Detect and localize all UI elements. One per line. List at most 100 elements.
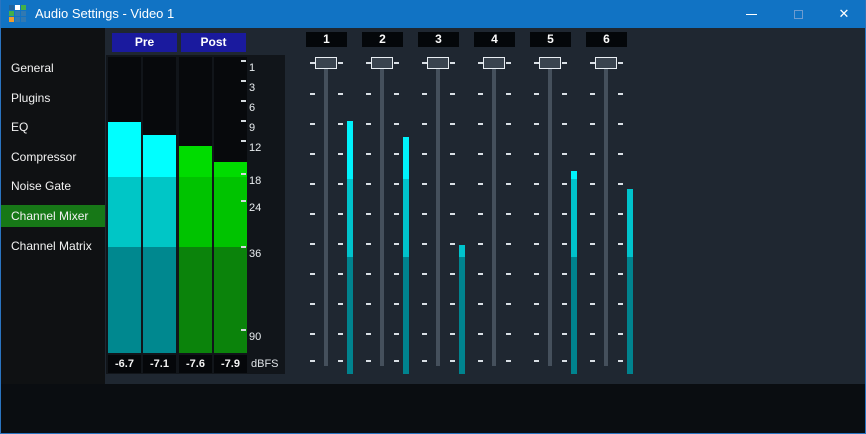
fader-tick [562, 93, 567, 95]
fader-tick [422, 243, 427, 245]
fader-tick [562, 213, 567, 215]
fader-tick [366, 273, 371, 275]
fader-tick [450, 183, 455, 185]
fader-tick [506, 153, 511, 155]
db-scale-tick [241, 173, 246, 175]
fader-tick [506, 123, 511, 125]
db-scale-tick [241, 140, 246, 142]
post-meter-button[interactable]: Post [181, 33, 246, 52]
db-scale-label: 9 [249, 120, 255, 136]
close-window-button[interactable]: ✕ [823, 0, 865, 28]
fader-tick [590, 183, 595, 185]
window-title: Audio Settings - Video 1 [35, 0, 174, 28]
channel-1-fader-track[interactable] [324, 69, 328, 366]
fader-tick [310, 153, 315, 155]
sidebar-item-noise-gate[interactable]: Noise Gate [1, 175, 105, 197]
sidebar-item-channel-mixer[interactable]: Channel Mixer [1, 205, 105, 227]
fader-tick [394, 333, 399, 335]
sidebar-item-compressor[interactable]: Compressor [1, 146, 105, 168]
pre-right-meter-bar [143, 247, 176, 353]
fader-tick [506, 303, 511, 305]
minimize-button[interactable] [730, 0, 772, 28]
fader-tick [422, 123, 427, 125]
fader-tick [562, 273, 567, 275]
fader-tick [394, 303, 399, 305]
channel-6-fader-handle[interactable] [595, 57, 617, 69]
fader-tick [506, 333, 511, 335]
channel-2-fader-track[interactable] [380, 69, 384, 366]
fader-tick [534, 360, 539, 362]
channel-6-meter-bar [627, 189, 633, 257]
fader-tick [590, 123, 595, 125]
fader-tick [478, 213, 483, 215]
fader-tick [478, 183, 483, 185]
sidebar-item-channel-matrix[interactable]: Channel Matrix [1, 235, 105, 257]
footer-bar: Close [1, 384, 866, 433]
app-icon-square [15, 5, 20, 10]
fader-tick [618, 183, 623, 185]
fader-tick [534, 333, 539, 335]
fader-tick [450, 123, 455, 125]
channel-1-meter-bar [347, 179, 353, 257]
fader-tick [562, 360, 567, 362]
channel-5-fader-track[interactable] [548, 69, 552, 366]
fader-tick [590, 213, 595, 215]
db-scale-label: 36 [249, 246, 261, 262]
post-left-meter-bar [179, 177, 212, 247]
fader-tick [506, 183, 511, 185]
fader-tick [562, 183, 567, 185]
fader-tick [562, 153, 567, 155]
channel-label-2: 2 [362, 32, 403, 47]
fader-tick [310, 123, 315, 125]
fader-tick [506, 273, 511, 275]
channel-3-fader-track[interactable] [436, 69, 440, 366]
fader-tick [394, 273, 399, 275]
channel-1-fader-handle[interactable] [315, 57, 337, 69]
channel-5-fader-handle[interactable] [539, 57, 561, 69]
sidebar-item-general[interactable]: General [1, 57, 105, 79]
app-icon-square [21, 11, 26, 16]
fader-tick [394, 213, 399, 215]
fader-tick [618, 303, 623, 305]
fader-tick [310, 360, 315, 362]
fader-tick [478, 360, 483, 362]
fader-tick [310, 213, 315, 215]
fader-tick [534, 93, 539, 95]
fader-tick [422, 153, 427, 155]
db-scale-label: 24 [249, 200, 261, 216]
channel-4-fader-handle[interactable] [483, 57, 505, 69]
channel-4-fader-track[interactable] [492, 69, 496, 366]
fader-tick [618, 123, 623, 125]
fader-tick [450, 333, 455, 335]
fader-tick [506, 93, 511, 95]
app-icon-square [15, 11, 20, 16]
fader-tick [450, 303, 455, 305]
channel-5-meter-bar [571, 179, 577, 257]
fader-tick [366, 153, 371, 155]
fader-tick [310, 333, 315, 335]
fader-tick [422, 213, 427, 215]
channel-1-meter-bar [347, 121, 353, 179]
sidebar-item-eq[interactable]: EQ [1, 116, 105, 138]
db-scale-tick [241, 100, 246, 102]
fader-tick [590, 273, 595, 275]
post-right-dbfs-value: -7.9 [214, 355, 247, 373]
fader-tick [450, 153, 455, 155]
pre-left-dbfs-value: -6.7 [108, 355, 141, 373]
channel-6-fader-track[interactable] [604, 69, 608, 366]
channel-5-meter-bar [571, 257, 577, 374]
titlebar: Audio Settings - Video 1 ✕ [1, 0, 866, 28]
fader-tick [618, 273, 623, 275]
db-scale-label: 3 [249, 80, 255, 96]
sidebar-item-plugins[interactable]: Plugins [1, 87, 105, 109]
fader-tick [338, 273, 343, 275]
channel-3-fader-handle[interactable] [427, 57, 449, 69]
fader-tick [394, 62, 399, 64]
fader-tick [618, 153, 623, 155]
channel-2-fader-handle[interactable] [371, 57, 393, 69]
app-icon-square [21, 17, 26, 22]
channel-label-6: 6 [586, 32, 627, 47]
db-scale-tick [241, 246, 246, 248]
pre-left-meter-bar [108, 177, 141, 247]
pre-meter-button[interactable]: Pre [112, 33, 177, 52]
